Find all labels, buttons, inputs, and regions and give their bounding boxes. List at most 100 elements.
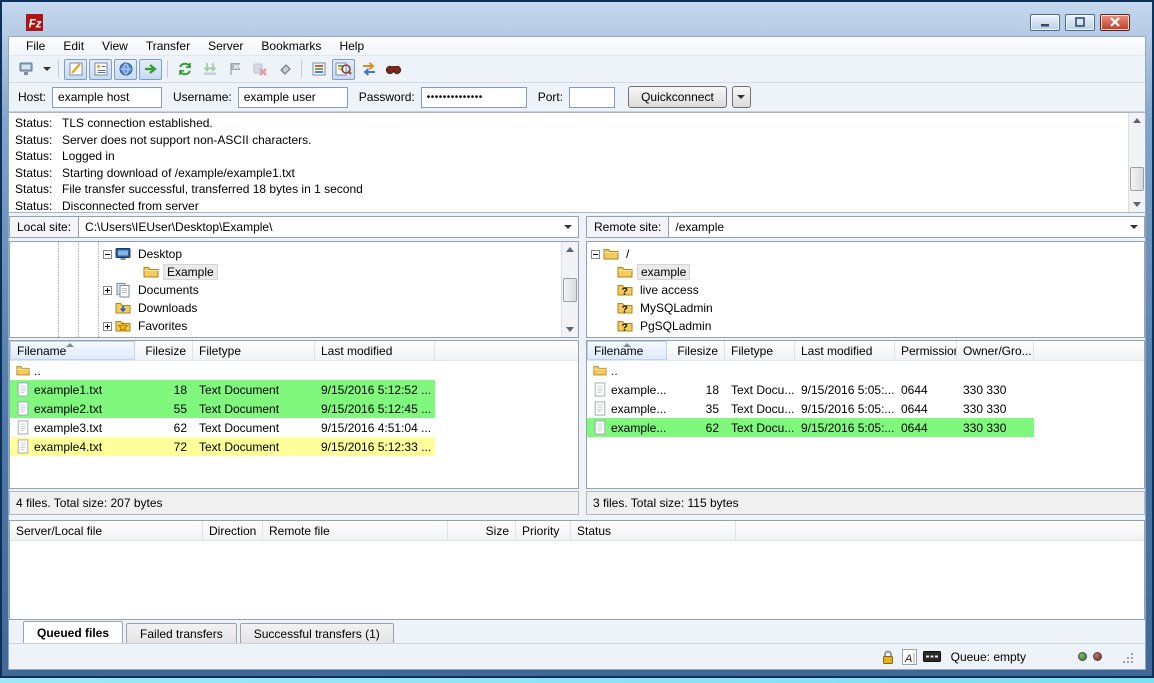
tree-item-mysqladmin[interactable]: MySQLadmin bbox=[587, 299, 1144, 317]
pane-splitter[interactable] bbox=[579, 215, 586, 515]
column-header-owner-group[interactable]: Owner/Gro... bbox=[957, 341, 1034, 360]
data-type-icon[interactable]: A bbox=[902, 649, 917, 665]
username-input[interactable] bbox=[238, 87, 348, 108]
local-site-combo[interactable]: C:\Users\IEUser\Desktop\Example\ bbox=[79, 216, 579, 238]
tree-item-example[interactable]: example bbox=[587, 263, 1144, 281]
column-header-filler bbox=[1034, 341, 1144, 360]
log-scrollbar[interactable] bbox=[1128, 113, 1145, 212]
local-tree-scrollbar[interactable] bbox=[561, 242, 578, 337]
speed-limit-icon[interactable] bbox=[923, 651, 941, 662]
tree-item-root[interactable]: / bbox=[587, 245, 1144, 263]
tree-item-label: example bbox=[637, 264, 690, 280]
column-header-filename[interactable]: Filename bbox=[587, 341, 667, 360]
column-header-server-local-file[interactable]: Server/Local file bbox=[10, 521, 203, 540]
column-header-filesize[interactable]: Filesize bbox=[135, 341, 193, 360]
column-header-filetype[interactable]: Filetype bbox=[725, 341, 795, 360]
expand-expander-icon[interactable] bbox=[103, 322, 112, 331]
owner-cell: 330 330 bbox=[957, 402, 1034, 416]
scrollbar-thumb[interactable] bbox=[1130, 167, 1144, 191]
column-header-last-modified[interactable]: Last modified bbox=[315, 341, 435, 360]
tab-successful-transfers[interactable]: Successful transfers (1) bbox=[240, 623, 394, 643]
lock-icon[interactable] bbox=[880, 649, 896, 665]
tab-queued-files[interactable]: Queued files bbox=[23, 621, 123, 643]
file-row[interactable]: example1.txt 18 Text Document 9/15/2016 … bbox=[10, 380, 435, 399]
menu-bookmarks[interactable]: Bookmarks bbox=[252, 37, 330, 55]
toggle-message-log-button[interactable] bbox=[64, 59, 87, 80]
quickconnect-dropdown[interactable] bbox=[732, 86, 751, 108]
toolbar bbox=[9, 56, 1145, 83]
sync-browsing-button[interactable] bbox=[357, 59, 380, 80]
file-row-parent-dir[interactable]: .. bbox=[587, 361, 1034, 380]
scroll-up-icon[interactable] bbox=[562, 242, 578, 257]
column-header-direction[interactable]: Direction bbox=[203, 521, 263, 540]
tree-item-live-access[interactable]: live access bbox=[587, 281, 1144, 299]
menu-file[interactable]: File bbox=[17, 37, 54, 55]
tab-failed-transfers[interactable]: Failed transfers bbox=[126, 623, 237, 643]
password-input[interactable] bbox=[421, 87, 527, 108]
folder-icon bbox=[16, 363, 30, 378]
toolbar-separator bbox=[301, 60, 302, 78]
column-header-priority[interactable]: Priority bbox=[516, 521, 571, 540]
tree-item-documents[interactable]: Documents bbox=[10, 281, 578, 299]
column-header-filetype[interactable]: Filetype bbox=[193, 341, 315, 360]
column-header-size[interactable]: Size bbox=[448, 521, 516, 540]
local-site-bar: Local site: C:\Users\IEUser\Desktop\Exam… bbox=[9, 215, 579, 241]
scroll-down-icon[interactable] bbox=[1129, 197, 1145, 212]
resize-grip[interactable] bbox=[1122, 652, 1135, 665]
tree-item-downloads[interactable]: Downloads bbox=[10, 299, 578, 317]
column-header-remote-file[interactable]: Remote file bbox=[263, 521, 448, 540]
tree-item-example[interactable]: Example bbox=[10, 263, 578, 281]
disconnect-button[interactable] bbox=[248, 59, 271, 80]
menu-edit[interactable]: Edit bbox=[54, 37, 93, 55]
menu-server[interactable]: Server bbox=[199, 37, 252, 55]
menu-transfer[interactable]: Transfer bbox=[137, 37, 199, 55]
file-row[interactable]: example3.txt 62 Text Document 9/15/2016 … bbox=[10, 418, 435, 437]
column-header-status[interactable]: Status bbox=[571, 521, 736, 540]
menu-view[interactable]: View bbox=[93, 37, 137, 55]
file-row[interactable]: example2.txt 55 Text Document 9/15/2016 … bbox=[10, 399, 435, 418]
toggle-remote-tree-button[interactable] bbox=[114, 59, 137, 80]
tree-item-favorites[interactable]: Favorites bbox=[10, 317, 578, 335]
collapse-expander-icon[interactable] bbox=[103, 250, 112, 259]
collapse-expander-icon[interactable] bbox=[591, 250, 600, 259]
scrollbar-thumb[interactable] bbox=[563, 278, 577, 302]
file-row-parent-dir[interactable]: .. bbox=[10, 361, 435, 380]
permissions-cell: 0644 bbox=[895, 383, 957, 397]
remote-tree: / example live access MySQLadmin bbox=[586, 241, 1145, 338]
column-header-permissions[interactable]: Permissions bbox=[895, 341, 957, 360]
column-header-filename[interactable]: Filename bbox=[10, 341, 135, 360]
port-input[interactable] bbox=[569, 87, 615, 108]
menu-help[interactable]: Help bbox=[330, 37, 373, 55]
toggle-local-tree-button[interactable] bbox=[89, 59, 112, 80]
scroll-down-icon[interactable] bbox=[562, 322, 578, 337]
site-manager-dropdown[interactable] bbox=[40, 59, 53, 80]
expand-expander-icon[interactable] bbox=[103, 286, 112, 295]
toggle-transfer-queue-button[interactable] bbox=[139, 59, 162, 80]
site-manager-button[interactable] bbox=[15, 59, 38, 80]
host-input[interactable] bbox=[52, 87, 162, 108]
find-button[interactable] bbox=[382, 59, 405, 80]
directory-comparison-button[interactable] bbox=[332, 59, 355, 80]
close-button[interactable] bbox=[1100, 14, 1130, 31]
column-header-last-modified[interactable]: Last modified bbox=[795, 341, 895, 360]
abort-button[interactable] bbox=[273, 59, 296, 80]
minimize-button[interactable] bbox=[1030, 14, 1060, 31]
refresh-button[interactable] bbox=[173, 59, 196, 80]
file-row[interactable]: example... 35 Text Docu... 9/15/2016 5:0… bbox=[587, 399, 1034, 418]
quickconnect-button[interactable]: Quickconnect bbox=[628, 86, 727, 108]
tree-item-desktop[interactable]: Desktop bbox=[10, 245, 578, 263]
column-header-filesize[interactable]: Filesize bbox=[667, 341, 725, 360]
remote-site-combo[interactable]: /example bbox=[669, 216, 1145, 238]
desktop-icon bbox=[115, 246, 131, 262]
file-row[interactable]: example... 18 Text Docu... 9/15/2016 5:0… bbox=[587, 380, 1034, 399]
file-row[interactable]: example... 62 Text Docu... 9/15/2016 5:0… bbox=[587, 418, 1034, 437]
maximize-button[interactable] bbox=[1065, 14, 1095, 31]
file-row[interactable]: example4.txt 72 Text Document 9/15/2016 … bbox=[10, 437, 435, 456]
process-queue-button[interactable] bbox=[198, 59, 221, 80]
cancel-button[interactable] bbox=[223, 59, 246, 80]
filter-button[interactable] bbox=[307, 59, 330, 80]
tree-item-pgsqladmin[interactable]: PgSQLadmin bbox=[587, 317, 1144, 335]
scroll-up-icon[interactable] bbox=[1129, 113, 1145, 128]
filename-cell: example... bbox=[611, 402, 666, 416]
titlebar[interactable]: Fz bbox=[8, 8, 1146, 36]
